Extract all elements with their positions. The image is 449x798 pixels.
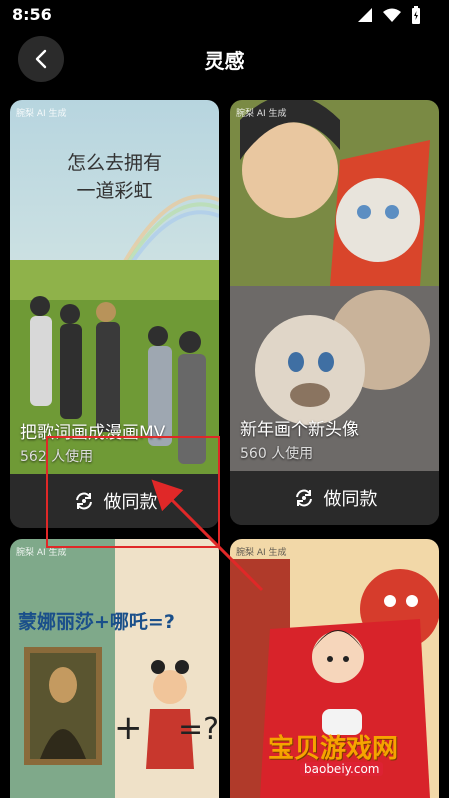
template-card-mona-lisa[interactable]: + =? 腕梨 AI 生成 蒙娜丽莎+哪吒=? (10, 539, 219, 798)
ai-generated-tag: 腕梨 AI 生成 (236, 109, 287, 119)
page-title: 灵感 (204, 49, 245, 73)
wifi-icon (383, 8, 401, 22)
watermark-url: baobeiy.com (300, 762, 384, 776)
swap-icon (295, 489, 312, 507)
make-same-button[interactable]: 做同款 (230, 471, 439, 525)
template-card-new-year-avatar[interactable]: 腕梨 AI 生成 新年画个新头像 560 人使用 做同款 (230, 100, 439, 525)
artwork-text-line1: 怎么去拥有 (66, 152, 162, 174)
status-time: 8:56 (12, 5, 52, 24)
svg-text:+: + (114, 708, 143, 748)
svg-text:=?: =? (178, 712, 219, 747)
ai-generated-tag: 腕梨 AI 生成 (16, 109, 67, 119)
header: 灵感 (0, 30, 449, 86)
template-title: 新年画个新头像 (240, 420, 359, 440)
status-icons (357, 6, 421, 24)
template-usage: 560 人使用 (240, 446, 314, 462)
mona-lisa-artwork: + =? (10, 539, 219, 798)
artwork-text-line2: 一道彩虹 (76, 180, 153, 202)
artwork-text: 蒙娜丽莎+哪吒=? (18, 611, 175, 633)
make-same-label: 做同款 (323, 489, 378, 510)
watermark-logo: 宝贝游戏网 (268, 734, 399, 764)
ai-generated-tag: 腕梨 AI 生成 (236, 548, 287, 558)
signal-icon (358, 8, 372, 22)
status-bar: 8:56 (0, 0, 449, 30)
highlight-box (46, 436, 220, 548)
battery-icon (412, 6, 420, 24)
